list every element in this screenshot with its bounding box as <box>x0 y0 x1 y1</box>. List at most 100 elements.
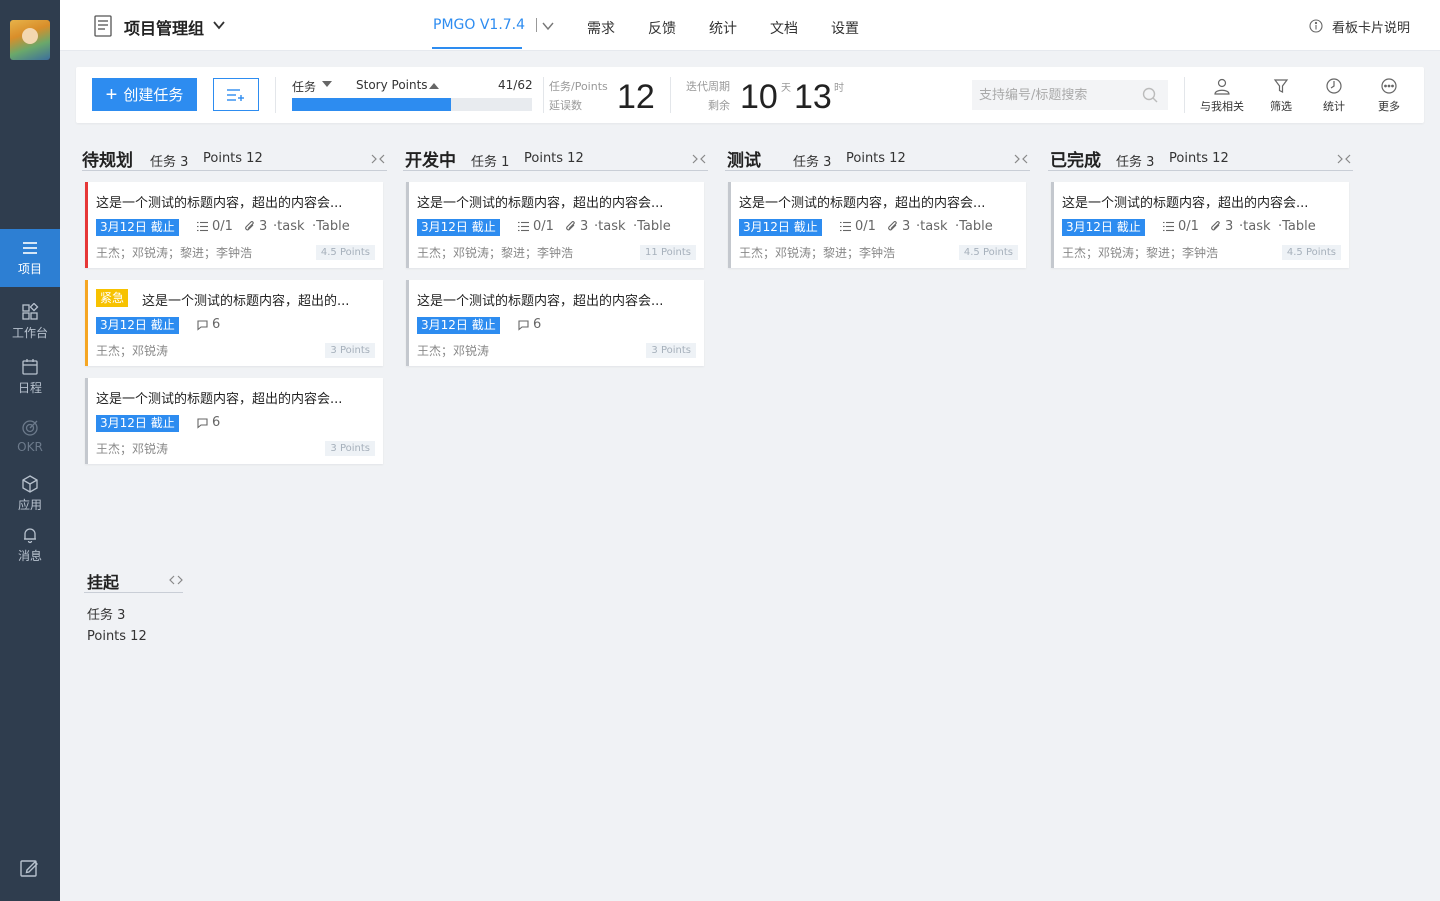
tag-task: ·task <box>594 219 626 234</box>
column-points: Points 12 <box>524 151 584 166</box>
task-card[interactable]: 这是一个测试的标题内容，超出的内容会... 3月12日 截止 6 王杰；邓锐涛 … <box>406 280 704 366</box>
task-card[interactable]: 这是一个测试的标题内容，超出的内容会... 3月12日 截止 6 王杰；邓锐涛 … <box>85 378 383 464</box>
assignees: 王杰；邓锐涛 <box>96 442 169 456</box>
create-task-button[interactable]: + 创建任务 <box>92 78 197 111</box>
sidebar-item-label: 项目 <box>17 262 42 276</box>
column-header: 已完成 任务 3 Points 12 <box>1048 145 1353 171</box>
info-icon[interactable] <box>1309 19 1323 33</box>
project-title[interactable]: 项目管理组 <box>124 15 204 39</box>
column-suspended[interactable]: 挂起 任务 3 Points 12 <box>84 566 183 644</box>
card-title: 这是一个测试的标题内容，超出的内容会... <box>96 392 343 407</box>
sidebar-item-label: 日程 <box>17 381 42 395</box>
nav-item-statistics[interactable]: 统计 <box>709 18 737 38</box>
due-date-badge: 3月12日 截止 <box>739 219 822 236</box>
edit-icon[interactable] <box>19 858 39 878</box>
nav-item-docs[interactable]: 文档 <box>770 18 798 38</box>
expand-icon[interactable] <box>169 574 183 586</box>
tag-table: ·Table <box>955 219 993 234</box>
avatar[interactable] <box>10 20 50 60</box>
delay-label: 延误数 <box>549 99 582 112</box>
chevron-down-icon[interactable] <box>212 18 226 32</box>
sidebar-item-apps[interactable]: 应用 <box>0 465 60 523</box>
task-card[interactable]: 这是一个测试的标题内容，超出的内容会... 3月12日 截止 0/1 3 ·ta… <box>406 182 704 268</box>
nav-active-indicator <box>432 47 522 49</box>
comment-value: 6 <box>212 317 221 332</box>
more-button[interactable]: 更多 <box>1364 77 1414 114</box>
column-header: 待规划 任务 3 Points 12 <box>82 145 387 171</box>
okr-icon <box>22 419 38 436</box>
tool-label: 与我相关 <box>1200 100 1244 113</box>
nav-divider <box>536 18 537 32</box>
statistics-button[interactable]: 统计 <box>1309 77 1359 114</box>
assignees: 王杰；邓锐涛；黎进；李钟浩 <box>96 246 253 260</box>
column-done: 已完成 任务 3 Points 12 这是一个测试的标题内容，超出的内容会...… <box>1048 145 1353 268</box>
column-in-development: 开发中 任务 1 Points 12 这是一个测试的标题内容，超出的内容会...… <box>403 145 708 366</box>
toolbar-divider <box>275 77 276 113</box>
sidebar-item-workbench[interactable]: 工作台 <box>0 293 60 351</box>
filter-button[interactable]: 筛选 <box>1256 77 1306 114</box>
related-to-me-button[interactable]: 与我相关 <box>1197 77 1247 114</box>
column-task-count: 任务 3 <box>793 155 832 170</box>
sidebar-item-messages[interactable]: 消息 <box>0 516 60 574</box>
nav-item-settings[interactable]: 设置 <box>831 18 859 38</box>
sidebar-item-okr[interactable]: OKR <box>0 407 60 465</box>
column-header: 测试 任务 3 Points 12 <box>725 145 1030 171</box>
tasks-points-label: 任务/Points <box>549 80 608 93</box>
due-date-badge: 3月12日 截止 <box>417 219 500 236</box>
paperclip-icon <box>566 221 575 231</box>
points-badge: 4.5 Points <box>958 245 1018 260</box>
nav-version[interactable]: PMGO V1.7.4 <box>433 17 525 33</box>
task-type-select[interactable]: 任务 <box>292 78 316 95</box>
attachment-value: 3 <box>580 219 589 234</box>
caret-down-icon[interactable] <box>322 81 332 87</box>
more-icon <box>1381 78 1397 94</box>
collapse-icon[interactable] <box>1014 153 1028 165</box>
due-date-badge: 3月12日 截止 <box>1062 219 1145 236</box>
tag-table: ·Table <box>1278 219 1316 234</box>
assignees: 王杰；邓锐涛；黎进；李钟浩 <box>417 246 574 260</box>
days-unit: 天 <box>781 83 791 94</box>
assignees: 王杰；邓锐涛 <box>417 344 490 358</box>
task-card[interactable]: 这是一个测试的标题内容，超出的内容会... 3月12日 截止 0/1 3 ·ta… <box>1051 182 1349 268</box>
search-icon[interactable] <box>1142 87 1158 103</box>
tag-task: ·task <box>916 219 948 234</box>
collapse-icon[interactable] <box>1337 153 1351 165</box>
sidebar-item-calendar[interactable]: 日程 <box>0 348 60 406</box>
collapse-icon[interactable] <box>371 153 385 165</box>
urgent-badge: 紧急 <box>96 289 129 307</box>
card-title: 这是一个测试的标题内容，超出的... <box>142 294 350 309</box>
attachment-value: 3 <box>902 219 911 234</box>
comment-icon <box>197 418 208 429</box>
collapse-icon[interactable] <box>692 153 706 165</box>
search-input[interactable] <box>972 80 1168 110</box>
column-testing: 测试 任务 3 Points 12 这是一个测试的标题内容，超出的内容会... … <box>725 145 1030 268</box>
task-card[interactable]: 这是一个测试的标题内容，超出的内容会... 3月12日 截止 0/1 3 ·ta… <box>728 182 1026 268</box>
cube-icon <box>22 475 38 493</box>
hours-remaining: 13 <box>794 78 832 116</box>
column-task-count: 任务 1 <box>471 155 510 170</box>
checklist-value: 0/1 <box>533 219 554 234</box>
workbench-icon <box>22 303 39 320</box>
top-bar: 项目管理组 PMGO V1.7.4 需求 反馈 统计 文档 设置 看板卡片说明 <box>60 0 1440 51</box>
sidebar-item-label: OKR <box>17 439 43 454</box>
task-card[interactable]: 紧急 这是一个测试的标题内容，超出的... 3月12日 截止 6 王杰；邓锐涛 … <box>85 280 383 366</box>
sidebar-item-project[interactable]: 项目 <box>0 229 60 287</box>
nav-item-requirements[interactable]: 需求 <box>587 18 615 38</box>
progress-bar <box>292 98 532 111</box>
card-title: 这是一个测试的标题内容，超出的内容会... <box>96 196 343 211</box>
attachment-count: 3 <box>886 219 910 234</box>
comment-count: 6 <box>196 415 220 430</box>
chevron-down-icon[interactable] <box>542 20 554 32</box>
column-title: 挂起 <box>87 573 120 592</box>
add-list-button[interactable] <box>213 78 259 111</box>
column-title: 测试 <box>727 151 761 171</box>
kanban-help-link[interactable]: 看板卡片说明 <box>1332 17 1410 36</box>
nav-item-feedback[interactable]: 反馈 <box>648 18 676 38</box>
due-date-badge: 3月12日 截止 <box>96 219 179 236</box>
task-card[interactable]: 这是一个测试的标题内容，超出的内容会... 3月12日 截止 0/1 3 ·ta… <box>85 182 383 268</box>
column-title: 已完成 <box>1050 151 1101 171</box>
points-badge: 3 Points <box>325 343 375 358</box>
comment-value: 6 <box>533 317 542 332</box>
story-points-select[interactable]: Story Points <box>356 78 428 92</box>
caret-up-icon[interactable] <box>429 83 439 89</box>
